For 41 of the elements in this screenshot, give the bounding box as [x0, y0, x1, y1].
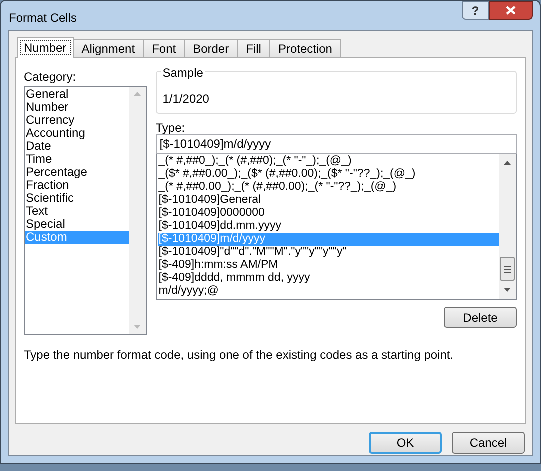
category-item[interactable]: Number	[25, 101, 129, 114]
dialog-button[interactable]: Cancel	[452, 432, 525, 454]
category-item[interactable]: Date	[25, 140, 129, 153]
type-input[interactable]: [$-1010409]m/d/yyyy	[156, 134, 517, 154]
category-item[interactable]: Text	[25, 205, 129, 218]
dialog-button[interactable]: OK	[369, 432, 442, 454]
format-item[interactable]: _($* #,##0.00_);_($* (#,##0.00);_($* "-"??_);_(@_)	[158, 168, 499, 181]
tab[interactable]: Fill	[237, 39, 270, 58]
format-item[interactable]: [$-409]dddd, mmmm dd, yyyy	[158, 272, 499, 285]
sample-value: 1/1/2020	[162, 91, 210, 108]
category-item[interactable]: Scientific	[25, 192, 129, 205]
format-item[interactable]: [$-1010409]dd.mm.yyyy	[158, 220, 499, 233]
format-item[interactable]: [$-1010409]General	[158, 194, 499, 207]
format-list[interactable]	[156, 154, 517, 300]
category-item[interactable]: Currency	[25, 114, 129, 127]
category-item[interactable]: Accounting	[25, 127, 129, 140]
help-button[interactable]: ?	[462, 1, 489, 20]
type-label: Type:	[156, 120, 186, 134]
format-item[interactable]: [$-409]h:mm:ss AM/PM	[158, 259, 499, 272]
format-item[interactable]: _(* #,##0_);_(* (#,##0);_(* "-"_);_(@_)	[158, 155, 499, 168]
format-item[interactable]: [$-1010409]"d""d"."M""M"."y""y""y""y"	[158, 246, 499, 259]
category-item[interactable]: Fraction	[25, 179, 129, 192]
category-item[interactable]: General	[25, 88, 129, 101]
format-item[interactable]: m/d/yyyy;@	[158, 285, 499, 298]
category-item[interactable]: Percentage	[25, 166, 129, 179]
description-text: Type the number format code, using one of the existing codes as a starting point.	[24, 347, 455, 364]
tab[interactable]: Number	[17, 37, 74, 58]
tab[interactable]: Alignment	[72, 39, 144, 58]
tab[interactable]: Protection	[269, 39, 342, 58]
category-list[interactable]: General Number Currency Accounting Date Time Percentage Fraction Scientific Text Special Custom	[24, 86, 147, 335]
delete-button[interactable]: Delete	[444, 307, 517, 328]
format-item[interactable]: [$-1010409]0000000	[158, 207, 499, 220]
close-icon	[506, 6, 516, 15]
format-item[interactable]: _(* #,##0.00_);_(* (#,##0.00);_(* "-"??_);_(@_)	[158, 181, 499, 194]
category-item[interactable]: Time	[25, 153, 129, 166]
category-item[interactable]: Special	[25, 218, 129, 231]
tab[interactable]: Font	[143, 39, 186, 58]
close-button[interactable]	[489, 1, 533, 20]
tab[interactable]: Border	[184, 39, 238, 58]
category-label: Category:	[24, 69, 78, 84]
window-title: Format Cells	[9, 10, 78, 27]
